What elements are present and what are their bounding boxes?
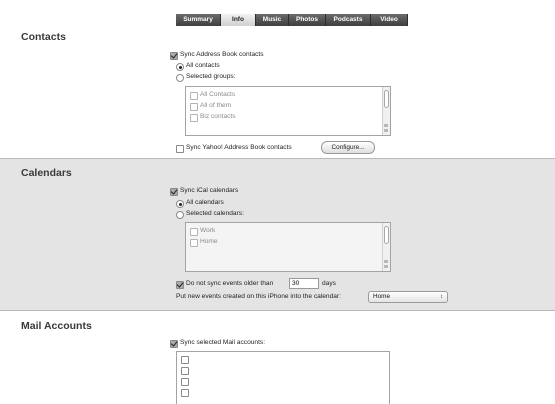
sync-ical-label: Sync iCal calendars (180, 187, 239, 194)
scroll-thumb[interactable] (384, 90, 389, 108)
tab-video[interactable]: Video (371, 14, 408, 26)
tab-music[interactable]: Music (256, 14, 289, 26)
mail-account-checkbox[interactable] (181, 356, 189, 364)
days-label: days (322, 280, 336, 287)
selected-calendars-radio[interactable] (176, 211, 184, 219)
older-days-input[interactable]: 30 (289, 278, 319, 289)
group-checkbox[interactable] (190, 92, 198, 100)
sync-contacts-checkbox[interactable] (170, 52, 178, 60)
calendars-title: Calendars (21, 167, 72, 179)
scroll-down-arrow-icon[interactable] (384, 129, 388, 132)
tab-strip: Summary Info Music Photos Podcasts Video (176, 14, 408, 26)
scroll-down-arrow-icon[interactable] (384, 265, 388, 268)
all-calendars-label: All calendars (186, 199, 224, 206)
mail-account-checkbox[interactable] (181, 389, 189, 397)
sync-yahoo-checkbox[interactable] (176, 145, 184, 153)
calendars-scrollbar[interactable] (382, 223, 390, 271)
all-contacts-label: All contacts (186, 62, 220, 69)
mail-account-checkbox[interactable] (181, 378, 189, 386)
group-item-label: All Contacts (200, 91, 236, 98)
selected-groups-radio[interactable] (176, 74, 184, 82)
tab-bar: Summary Info Music Photos Podcasts Video (0, 0, 555, 26)
calendar-checkbox[interactable] (190, 228, 198, 236)
calendars-list[interactable]: Work Home (185, 222, 391, 272)
scroll-thumb[interactable] (384, 226, 389, 244)
sync-contacts-label: Sync Address Book contacts (180, 51, 264, 58)
calendar-item-label: Home (200, 238, 218, 245)
configure-button[interactable]: Configure... (321, 141, 375, 154)
tab-photos[interactable]: Photos (289, 14, 326, 26)
tab-podcasts[interactable]: Podcasts (326, 14, 371, 26)
mail-accounts-list[interactable] (176, 351, 390, 404)
calendar-popup-value: Home (373, 293, 391, 300)
tab-info[interactable]: Info (221, 14, 256, 26)
older-events-checkbox[interactable] (176, 281, 184, 289)
contacts-title: Contacts (21, 31, 66, 43)
scroll-up-arrow-icon[interactable] (384, 124, 388, 127)
put-events-label: Put new events created on this iPhone in… (176, 293, 341, 300)
group-checkbox[interactable] (190, 114, 198, 122)
tab-summary[interactable]: Summary (176, 14, 221, 26)
calendar-popup[interactable]: Home ↕ (368, 291, 448, 303)
group-checkbox[interactable] (190, 103, 198, 111)
group-item-label: All of them (200, 102, 232, 109)
mail-title: Mail Accounts (21, 320, 92, 332)
sync-mail-checkbox[interactable] (170, 340, 178, 348)
selected-calendars-label: Selected calendars: (186, 210, 244, 217)
sync-mail-label: Sync selected Mail accounts: (180, 339, 266, 346)
older-events-label: Do not sync events older than (186, 280, 274, 287)
sync-yahoo-label: Sync Yahoo! Address Book contacts (186, 144, 292, 151)
group-item-label: Biz contacts (200, 113, 236, 120)
calendar-item-label: Work (200, 227, 216, 234)
selected-groups-label: Selected groups: (186, 73, 236, 80)
groups-list[interactable]: All Contacts All of them Biz contacts (185, 86, 391, 136)
all-contacts-radio[interactable] (176, 63, 184, 71)
mail-account-checkbox[interactable] (181, 367, 189, 375)
updown-arrows-icon: ↕ (440, 294, 443, 300)
calendar-checkbox[interactable] (190, 239, 198, 247)
groups-scrollbar[interactable] (382, 87, 390, 135)
sync-ical-checkbox[interactable] (170, 188, 178, 196)
all-calendars-radio[interactable] (176, 200, 184, 208)
scroll-up-arrow-icon[interactable] (384, 260, 388, 263)
